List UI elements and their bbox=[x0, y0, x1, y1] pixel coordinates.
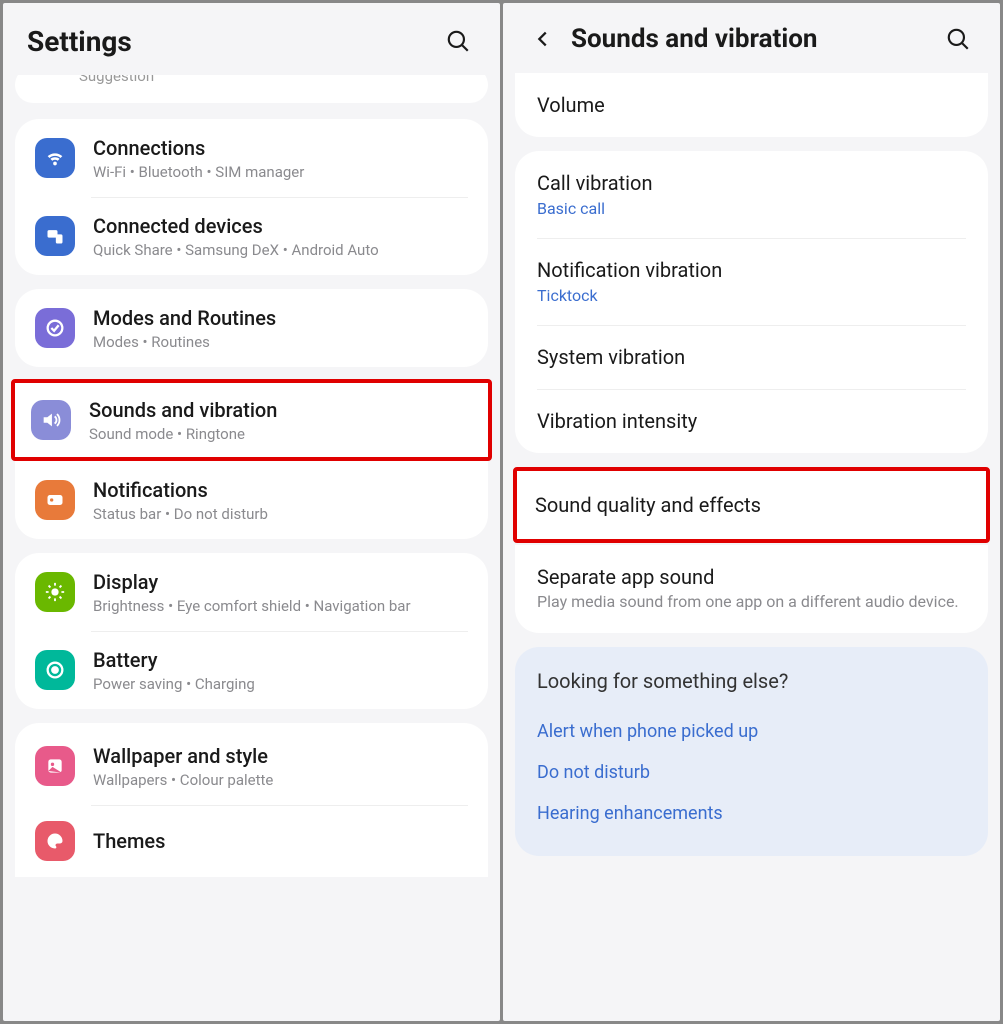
row-title: Separate app sound bbox=[537, 565, 966, 589]
row-title: Sounds and vibration bbox=[89, 397, 472, 423]
back-button[interactable] bbox=[527, 23, 559, 55]
settings-group: Display Brightness • Eye comfort shield … bbox=[15, 553, 488, 709]
system-vibration-row[interactable]: System vibration bbox=[515, 325, 988, 389]
themes-icon bbox=[35, 821, 75, 861]
search-icon bbox=[945, 26, 971, 52]
row-title: Connected devices bbox=[93, 213, 468, 239]
sound-icon bbox=[31, 400, 71, 440]
call-vibration-row[interactable]: Call vibration Basic call bbox=[515, 151, 988, 238]
row-subtitle: Power saving • Charging bbox=[93, 675, 468, 693]
settings-title: Settings bbox=[27, 25, 440, 58]
display-icon bbox=[35, 572, 75, 612]
wifi-icon bbox=[35, 138, 75, 178]
themes-row[interactable]: Themes bbox=[15, 805, 488, 877]
search-icon bbox=[445, 28, 471, 54]
chevron-left-icon bbox=[532, 28, 554, 50]
suggestion-label: Suggestion bbox=[35, 75, 468, 85]
row-subtitle: Wallpapers • Colour palette bbox=[93, 771, 468, 789]
suggestion-link[interactable]: Alert when phone picked up bbox=[537, 711, 966, 752]
vibration-group: Call vibration Basic call Notification v… bbox=[515, 151, 988, 453]
row-description: Play media sound from one app on a diffe… bbox=[537, 591, 966, 613]
row-title: System vibration bbox=[537, 345, 966, 369]
row-title: Wallpaper and style bbox=[93, 743, 468, 769]
highlight-box: Sounds and vibration Sound mode • Ringto… bbox=[11, 379, 492, 461]
row-title: Display bbox=[93, 569, 468, 595]
sound-quality-row[interactable]: Sound quality and effects bbox=[517, 471, 986, 539]
suggestion-link[interactable]: Hearing enhancements bbox=[537, 793, 966, 834]
separate-app-sound-row[interactable]: Separate app sound Play media sound from… bbox=[515, 545, 988, 633]
vibration-intensity-row[interactable]: Vibration intensity bbox=[515, 389, 988, 453]
modes-icon bbox=[35, 308, 75, 348]
suggestions-title: Looking for something else? bbox=[537, 669, 966, 693]
sounds-title: Sounds and vibration bbox=[571, 24, 940, 54]
display-row[interactable]: Display Brightness • Eye comfort shield … bbox=[15, 553, 488, 631]
row-title: Notification vibration bbox=[537, 258, 966, 282]
settings-group: Modes and Routines Modes • Routines bbox=[15, 289, 488, 367]
notifications-row[interactable]: Notifications Status bar • Do not distur… bbox=[15, 461, 488, 539]
connected-devices-row[interactable]: Connected devices Quick Share • Samsung … bbox=[15, 197, 488, 275]
modes-row[interactable]: Modes and Routines Modes • Routines bbox=[15, 289, 488, 367]
battery-row[interactable]: Battery Power saving • Charging bbox=[15, 631, 488, 709]
settings-header: Settings bbox=[3, 3, 500, 75]
sounds-header: Sounds and vibration bbox=[503, 3, 1000, 73]
separate-app-group: Separate app sound Play media sound from… bbox=[515, 545, 988, 633]
row-value: Basic call bbox=[537, 199, 966, 218]
sounds-vibration-pane: Sounds and vibration Volume Call vibrati… bbox=[503, 3, 1000, 1021]
settings-pane: Settings Suggestion Connections Wi-Fi • … bbox=[3, 3, 500, 1021]
volume-row[interactable]: Volume bbox=[515, 73, 988, 137]
row-value: Ticktock bbox=[537, 286, 966, 305]
highlight-box: Sound quality and effects bbox=[513, 467, 990, 543]
settings-group: Notifications Status bar • Do not distur… bbox=[15, 461, 488, 539]
sounds-vibration-row[interactable]: Sounds and vibration Sound mode • Ringto… bbox=[15, 383, 488, 457]
row-title: Themes bbox=[93, 828, 468, 854]
row-title: Notifications bbox=[93, 477, 468, 503]
notifications-icon bbox=[35, 480, 75, 520]
settings-group: Wallpaper and style Wallpapers • Colour … bbox=[15, 723, 488, 877]
row-subtitle: Sound mode • Ringtone bbox=[89, 425, 472, 443]
row-subtitle: Wi-Fi • Bluetooth • SIM manager bbox=[93, 163, 468, 181]
row-title: Battery bbox=[93, 647, 468, 673]
wallpaper-icon bbox=[35, 746, 75, 786]
search-button[interactable] bbox=[440, 23, 476, 59]
suggestion-link[interactable]: Do not disturb bbox=[537, 752, 966, 793]
suggestion-card[interactable]: Suggestion bbox=[15, 75, 488, 103]
devices-icon bbox=[35, 216, 75, 256]
connections-row[interactable]: Connections Wi-Fi • Bluetooth • SIM mana… bbox=[15, 119, 488, 197]
row-title: Modes and Routines bbox=[93, 305, 468, 331]
row-title: Connections bbox=[93, 135, 468, 161]
row-subtitle: Quick Share • Samsung DeX • Android Auto bbox=[93, 241, 468, 259]
row-subtitle: Status bar • Do not disturb bbox=[93, 505, 468, 523]
row-title: Volume bbox=[537, 93, 966, 117]
row-title: Vibration intensity bbox=[537, 409, 966, 433]
battery-icon bbox=[35, 650, 75, 690]
notification-vibration-row[interactable]: Notification vibration Ticktock bbox=[515, 238, 988, 325]
row-title: Sound quality and effects bbox=[535, 493, 968, 517]
row-title: Call vibration bbox=[537, 171, 966, 195]
search-button[interactable] bbox=[940, 21, 976, 57]
row-subtitle: Brightness • Eye comfort shield • Naviga… bbox=[93, 597, 468, 615]
suggestions-box: Looking for something else? Alert when p… bbox=[515, 647, 988, 856]
row-subtitle: Modes • Routines bbox=[93, 333, 468, 351]
wallpaper-row[interactable]: Wallpaper and style Wallpapers • Colour … bbox=[15, 727, 488, 805]
settings-group: Connections Wi-Fi • Bluetooth • SIM mana… bbox=[15, 119, 488, 275]
